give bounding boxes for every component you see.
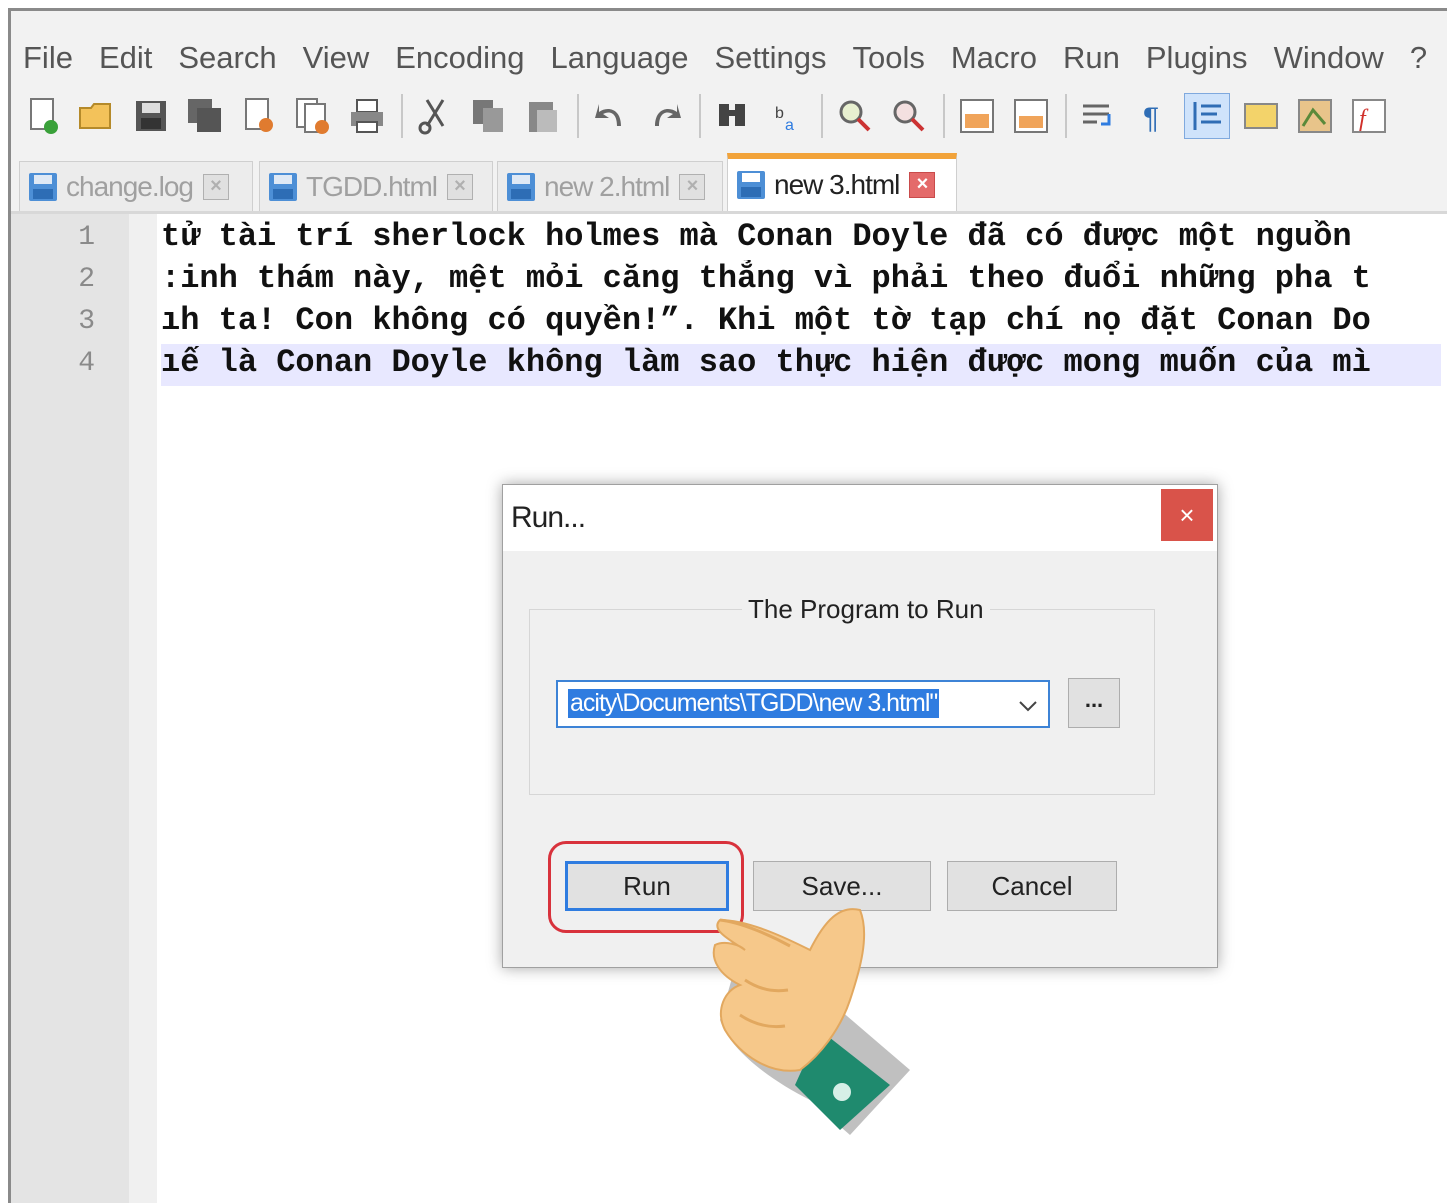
sync-vertical-icon[interactable] [955,94,999,138]
menu-encoding[interactable]: Encoding [395,40,524,76]
dialog-title: Run... [511,501,586,534]
menu-plugins[interactable]: Plugins [1146,40,1248,76]
toolbar-separator [401,94,403,138]
code-line[interactable]: tử tài trí sherlock holmes mà Conan Doyl… [161,218,1441,258]
menu-file[interactable]: File [23,40,73,76]
menu-help[interactable]: ? [1410,40,1427,76]
show-all-chars-icon[interactable]: ¶ [1131,94,1175,138]
print-icon[interactable] [345,94,389,138]
tab-close-icon[interactable]: × [679,173,706,200]
line-number: 3 [78,306,95,337]
doc-map-icon[interactable] [1293,94,1337,138]
cancel-button[interactable]: Cancel [947,861,1117,911]
menu-macro[interactable]: Macro [951,40,1037,76]
tab-label: new 2.html [544,170,670,202]
line-number: 2 [78,264,95,295]
toolbar-separator [821,94,823,138]
user-defined-lang-icon[interactable] [1239,94,1283,138]
undo-icon[interactable] [589,94,633,138]
floppy-disk-icon [737,171,765,199]
save-all-icon[interactable] [183,94,227,138]
floppy-disk-icon [507,172,535,201]
program-path-value[interactable]: acity\Documents\TGDD\new 3.html" [568,689,940,718]
menu-language[interactable]: Language [551,40,689,76]
line-number: 1 [78,222,95,253]
redo-icon[interactable] [643,94,687,138]
code-line[interactable]: ıh ta! Con không có quyền!”. Khi một tờ … [161,302,1441,342]
line-number: 4 [78,348,95,379]
tab-bar: change.log × TGDD.html × new 2.html × ne… [11,151,1447,214]
tab-label: new 3.html [774,169,900,200]
menu-settings[interactable]: Settings [714,40,826,76]
pointing-hand-icon [712,908,910,1135]
menu-edit[interactable]: Edit [99,40,152,76]
zoom-in-icon[interactable] [833,94,877,138]
copy-icon[interactable] [467,94,511,138]
dialog-title-bar: Run... × [503,485,1217,551]
function-list-icon[interactable]: f [1347,94,1391,138]
floppy-disk-icon [29,172,57,201]
program-path-combobox[interactable]: acity\Documents\TGDD\new 3.html" [556,680,1050,728]
svg-text:b: b [775,105,784,122]
tab-label: change.log [66,170,194,202]
dialog-close-button[interactable]: × [1161,489,1213,541]
tab-tgdd-html[interactable]: TGDD.html × [259,161,493,211]
program-group-box: The Program to Run acity\Documents\TGDD\… [529,594,1155,795]
new-file-icon[interactable] [21,94,65,138]
menu-view[interactable]: View [303,40,370,76]
menu-run[interactable]: Run [1063,40,1120,76]
chevron-down-icon[interactable] [1016,694,1040,718]
menu-tools[interactable]: Tools [852,40,924,76]
open-file-icon[interactable] [75,94,119,138]
browse-button[interactable]: ... [1068,678,1120,728]
tab-new-2-html[interactable]: new 2.html × [497,161,723,211]
menu-window[interactable]: Window [1274,40,1384,76]
sync-horizontal-icon[interactable] [1009,94,1053,138]
toolbar-separator [699,94,701,138]
menu-search[interactable]: Search [178,40,276,76]
word-wrap-icon[interactable] [1077,94,1121,138]
tab-label: TGDD.html [306,170,438,202]
menu-bar: File Edit Search View Encoding Language … [11,33,1447,83]
zoom-out-icon[interactable] [887,94,931,138]
replace-icon[interactable]: ba [765,94,809,138]
cut-icon[interactable] [413,94,457,138]
code-line[interactable]: :inh thám này, mệt mỏi căng thẳng vì phả… [161,260,1441,300]
paste-icon[interactable] [521,94,565,138]
toolbar: b a ¶ f [11,87,1447,145]
fold-margin [129,214,157,1203]
tab-close-icon[interactable]: × [447,173,473,200]
tab-change-log[interactable]: change.log × [19,161,253,211]
find-icon[interactable] [711,94,755,138]
group-label: The Program to Run [742,594,990,625]
toolbar-separator [1065,94,1067,138]
save-icon[interactable] [129,94,173,138]
close-icon[interactable] [237,94,281,138]
close-all-icon[interactable] [291,94,335,138]
indent-guide-icon[interactable] [1184,93,1230,139]
toolbar-separator [577,94,579,138]
svg-text:a: a [785,117,794,134]
toolbar-separator [943,94,945,138]
tab-close-icon[interactable]: × [909,172,936,198]
code-line-current[interactable]: ıế là Conan Doyle không làm sao thực hiệ… [161,344,1441,386]
tab-close-icon[interactable]: × [203,173,230,200]
floppy-disk-icon [269,172,297,201]
tab-new-3-html[interactable]: new 3.html × [727,153,957,211]
svg-text:¶: ¶ [1143,102,1159,135]
